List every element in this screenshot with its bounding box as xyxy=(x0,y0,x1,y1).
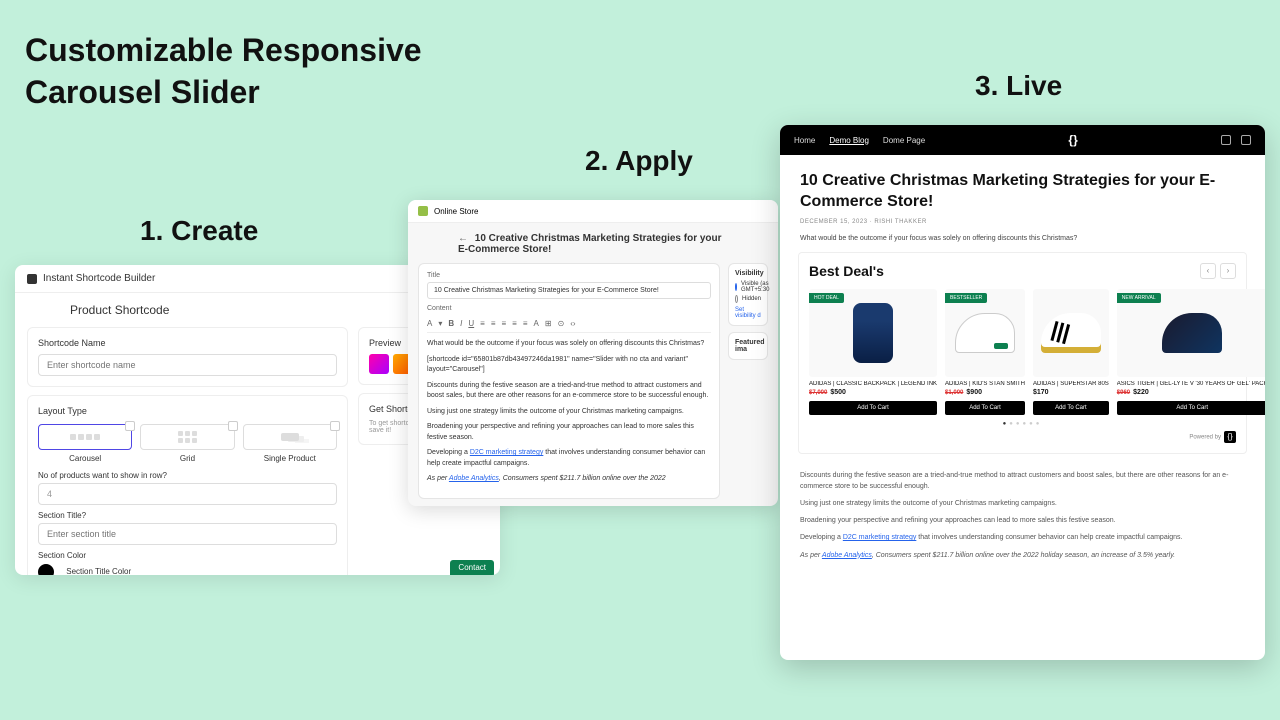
cart-icon[interactable] xyxy=(1241,135,1251,145)
add-to-cart-button[interactable]: Add To Cart xyxy=(809,401,937,415)
title-field-input[interactable]: 10 Creative Christmas Marketing Strategi… xyxy=(427,282,711,299)
layout-carousel[interactable]: Carousel xyxy=(38,424,132,463)
article-meta: DECEMBER 15, 2023 · RISHI THAKKER xyxy=(800,219,1245,225)
add-to-cart-button[interactable]: Add To Cart xyxy=(1033,401,1109,415)
list-btn[interactable]: ≡ xyxy=(480,319,485,328)
outdent-btn[interactable]: ≡ xyxy=(512,319,517,328)
shortcode-name-label: Shortcode Name xyxy=(38,338,337,348)
product-name: ADIDAS | KID'S STAN SMITH xyxy=(945,381,1025,387)
code-btn[interactable]: ‹› xyxy=(570,319,575,328)
product-image xyxy=(853,303,893,363)
article-body: Discounts during the festive season are … xyxy=(780,464,1265,573)
product-carousel: Best Deal's ‹ › HOT DEAL ADIDAS | CLASSI… xyxy=(798,252,1247,454)
add-to-cart-button[interactable]: Add To Cart xyxy=(945,401,1025,415)
product-image xyxy=(1041,313,1101,353)
nav-home[interactable]: Home xyxy=(794,136,815,145)
layout-grid[interactable]: Grid xyxy=(140,424,234,463)
article-intro: What would be the outcome if your focus … xyxy=(780,235,1265,252)
nav-blog[interactable]: Demo Blog xyxy=(829,136,869,145)
product-image xyxy=(1162,313,1222,353)
featured-image-label: Featured ima xyxy=(735,339,761,353)
post-title-heading: 10 Creative Christmas Marketing Strategi… xyxy=(458,233,722,255)
product-image xyxy=(955,313,1015,353)
main-heading: Customizable Responsive Carousel Slider xyxy=(25,30,422,113)
content-field-label: Content xyxy=(427,305,711,312)
contact-button[interactable]: Contact xyxy=(450,560,494,575)
badge-hot: HOT DEAL xyxy=(809,293,844,303)
apply-panel: Online Store ← 10 Creative Christmas Mar… xyxy=(408,200,778,506)
row-count-input[interactable] xyxy=(38,483,337,505)
color-btn[interactable]: A xyxy=(534,319,539,328)
product-card[interactable]: HOT DEAL ADIDAS | CLASSIC BACKPACK | LEG… xyxy=(809,289,937,415)
color-swatch[interactable] xyxy=(38,564,54,575)
italic-btn[interactable]: I xyxy=(460,319,462,328)
editor-body[interactable]: What would be the outcome if your focus … xyxy=(427,339,711,485)
color-row[interactable]: Section Title Color xyxy=(38,564,337,575)
row-count-label: No of products want to show in row? xyxy=(38,471,337,480)
product-name: ASICS TIGER | GEL-LYTE V '30 YEARS OF GE… xyxy=(1117,381,1265,387)
carousel-prev-icon[interactable]: ‹ xyxy=(1200,263,1216,279)
store-header: Online Store xyxy=(408,200,778,223)
section-color-label: Section Color xyxy=(38,551,337,560)
app-icon xyxy=(27,274,37,284)
hidden-radio[interactable]: Hidden xyxy=(735,295,761,303)
bold-btn[interactable]: B xyxy=(448,319,454,328)
step-1-label: 1. Create xyxy=(140,215,258,247)
underline-btn[interactable]: U xyxy=(468,319,474,328)
layout-type-label: Layout Type xyxy=(38,406,337,416)
section-title-input[interactable] xyxy=(38,523,337,545)
nav-page[interactable]: Dome Page xyxy=(883,136,925,145)
shopify-icon xyxy=(418,206,428,216)
font-btn[interactable]: A xyxy=(427,319,432,328)
badge-best: BESTSELLER xyxy=(945,293,987,303)
back-arrow-icon[interactable]: ← xyxy=(458,233,468,244)
app-name: Instant Shortcode Builder xyxy=(43,273,155,284)
live-panel: Home Demo Blog Dome Page {} 10 Creative … xyxy=(780,125,1265,660)
product-card[interactable]: ADIDAS | SUPERSTAR 80S $170 Add To Cart xyxy=(1033,289,1109,415)
visibility-label: Visibility xyxy=(735,270,761,277)
powered-logo-icon: {} xyxy=(1224,431,1236,443)
product-name: ADIDAS | SUPERSTAR 80S xyxy=(1033,381,1109,387)
layout-single[interactable]: Single Product xyxy=(243,424,337,463)
badge-new: NEW ARRIVAL xyxy=(1117,293,1161,303)
step-3-label: 3. Live xyxy=(975,70,1062,102)
carousel-title: Best Deal's xyxy=(809,263,884,279)
site-navbar: Home Demo Blog Dome Page {} xyxy=(780,125,1265,155)
adobe-link-2[interactable]: Adobe Analytics xyxy=(822,552,872,559)
carousel-next-icon[interactable]: › xyxy=(1220,263,1236,279)
editor-toolbar: A ▾ B I U ≡ ≡ ≡ ≡ ≡ A ⊞ ⊙ ‹› xyxy=(427,315,711,333)
product-card[interactable]: BESTSELLER ADIDAS | KID'S STAN SMITH $1,… xyxy=(945,289,1025,415)
list2-btn[interactable]: ≡ xyxy=(491,319,496,328)
carousel-dots[interactable]: ●●●●●● xyxy=(809,421,1236,427)
shortcode-name-input[interactable] xyxy=(38,354,337,376)
step-2-label: 2. Apply xyxy=(585,145,693,177)
search-icon[interactable] xyxy=(1221,135,1231,145)
image-btn[interactable]: ⊞ xyxy=(545,319,552,328)
d2c-link[interactable]: D2C marketing strategy xyxy=(470,449,544,456)
d2c-link-2[interactable]: D2C marketing strategy xyxy=(843,534,917,541)
powered-by: Powered by{} xyxy=(809,431,1236,443)
title-field-label: Title xyxy=(427,272,711,279)
product-card[interactable]: NEW ARRIVAL ASICS TIGER | GEL-LYTE V '30… xyxy=(1117,289,1265,415)
site-logo[interactable]: {} xyxy=(1068,133,1077,147)
visible-radio[interactable]: Visible (asGMT+5:30 xyxy=(735,281,761,293)
align-btn[interactable]: ≡ xyxy=(523,319,528,328)
video-btn[interactable]: ⊙ xyxy=(558,319,565,328)
add-to-cart-button[interactable]: Add To Cart xyxy=(1117,401,1265,415)
adobe-link[interactable]: Adobe Analytics xyxy=(449,475,499,482)
store-name: Online Store xyxy=(434,207,478,216)
product-name: ADIDAS | CLASSIC BACKPACK | LEGEND INK xyxy=(809,381,937,387)
set-visibility-link[interactable]: Set visibility d xyxy=(735,307,761,319)
article-title: 10 Creative Christmas Marketing Strategi… xyxy=(800,171,1245,213)
section-title-label: Section Title? xyxy=(38,511,337,520)
dropdown-icon[interactable]: ▾ xyxy=(438,319,442,328)
indent-btn[interactable]: ≡ xyxy=(502,319,507,328)
